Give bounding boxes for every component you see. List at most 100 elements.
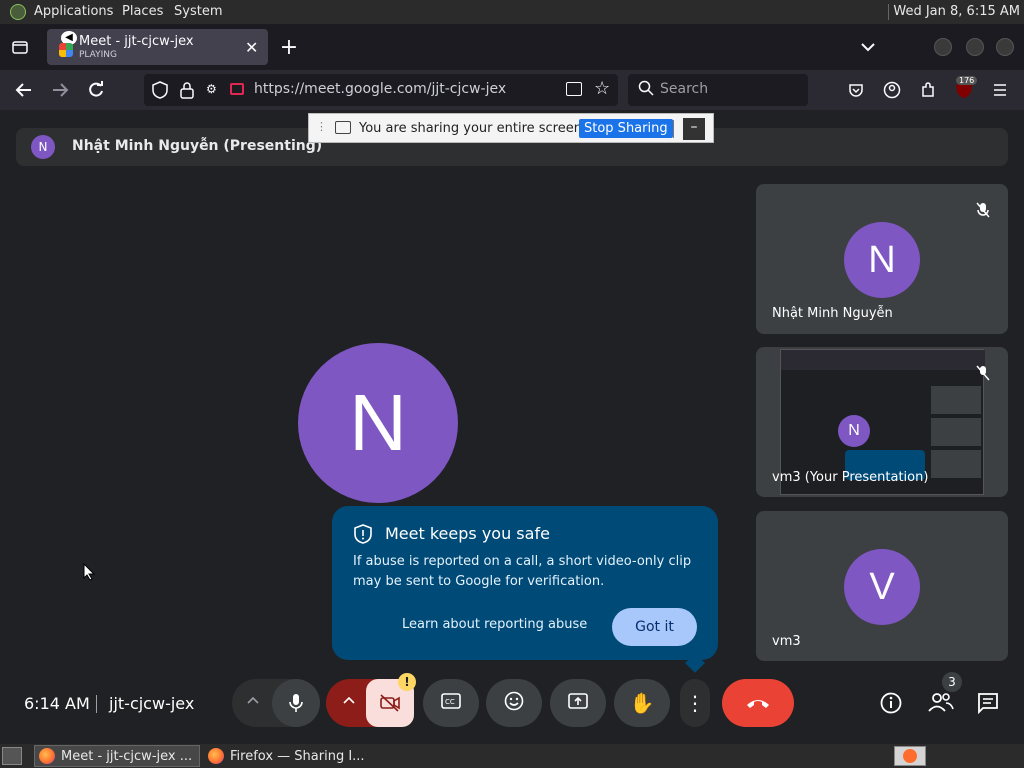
participant-avatar: V	[844, 549, 920, 625]
participant-name: Nhật Minh Nguyễn	[772, 306, 893, 321]
screen-share-indicator-icon[interactable]	[230, 83, 244, 95]
present-button[interactable]	[550, 679, 606, 727]
people-count-badge: 3	[942, 672, 962, 692]
bookmark-star-icon[interactable]: ☆	[594, 78, 610, 99]
panel-separator	[888, 4, 889, 20]
tab-overview-icon[interactable]	[8, 35, 32, 59]
window-minimize-icon[interactable]	[934, 38, 952, 56]
firefox-icon	[208, 748, 224, 764]
account-icon[interactable]	[880, 78, 904, 102]
mouse-cursor-icon	[83, 562, 96, 585]
meet-favicon-icon	[59, 43, 73, 57]
workspace-switcher[interactable]	[894, 746, 926, 766]
search-placeholder: Search	[660, 81, 709, 97]
sharing-notice: ⋮ You are sharing your entire screen. St…	[308, 113, 714, 143]
presentation-tile[interactable]: N vm3 (Your Presentation)	[756, 347, 1008, 497]
tab-meet[interactable]: ◀ Meet - jjt-cjcw-jex PLAYING ✕	[47, 29, 268, 65]
reload-icon[interactable]	[84, 78, 108, 102]
chevron-up-icon	[342, 693, 356, 712]
more-vert-icon: ⋮	[685, 691, 705, 715]
sharing-notice-text: You are sharing your entire screen.	[359, 121, 587, 136]
tab-status: PLAYING	[79, 50, 117, 60]
nav-bar: ⚙ https://meet.google.com/jjt-cjcw-jex ☆…	[0, 70, 1024, 110]
shield-icon[interactable]	[152, 81, 168, 103]
participant-avatar: N	[844, 222, 920, 298]
top-panel: Applications Places System Wed Jan 8, 6:…	[0, 0, 1024, 24]
more-options-button[interactable]: ⋮	[680, 679, 710, 727]
extensions-icon[interactable]	[916, 78, 940, 102]
learn-about-reporting-link[interactable]: Learn about reporting abuse	[402, 617, 587, 632]
shield-icon	[354, 524, 372, 548]
tab-title: Meet - jjt-cjcw-jex	[79, 34, 194, 49]
taskbar-item-label: Meet - jjt-cjcw-jex ...	[61, 748, 193, 764]
presentation-label: vm3 (Your Presentation)	[772, 470, 929, 485]
url-bar[interactable]: ⚙ https://meet.google.com/jjt-cjcw-jex ☆	[144, 74, 618, 106]
control-bar: 6:14 AM jjt-cjcw-jex ! CC ✋ ⋮ 3	[0, 670, 1024, 734]
stop-sharing-button[interactable]: Stop Sharing	[579, 119, 673, 138]
presentation-avatar: N	[838, 415, 870, 447]
search-bar[interactable]: Search	[628, 74, 808, 106]
hang-up-icon	[745, 694, 771, 713]
notice-divider	[673, 120, 674, 138]
lock-icon[interactable]	[180, 81, 194, 103]
meet-page: N Nhật Minh Nguyễn (Presenting) N N Nhật…	[0, 110, 1024, 744]
safety-popup-body: If abuse is reported on a call, a short …	[353, 554, 692, 589]
taskbar-item-firefox-sharing[interactable]: Firefox — Sharing I...	[204, 745, 380, 767]
video-options-button[interactable]: !	[326, 673, 416, 727]
taskbar: Meet - jjt-cjcw-jex ... Firefox — Sharin…	[0, 744, 1024, 768]
applications-menu[interactable]: Applications	[34, 4, 113, 19]
microphone-icon[interactable]	[272, 679, 320, 727]
svg-text:CC: CC	[445, 698, 455, 706]
ublock-badge: 176	[956, 76, 978, 85]
time-divider	[96, 695, 97, 713]
participant-name: vm3	[772, 634, 801, 649]
permissions-icon[interactable]: ⚙	[206, 82, 217, 96]
taskbar-item-label: Firefox — Sharing I...	[230, 748, 365, 764]
workspace-firefox-icon	[903, 749, 917, 763]
search-icon	[638, 80, 654, 100]
list-tabs-icon[interactable]	[856, 35, 880, 59]
app-menu-icon[interactable]	[988, 78, 1012, 102]
raise-hand-button[interactable]: ✋	[614, 679, 670, 727]
window-maximize-icon[interactable]	[966, 38, 984, 56]
captions-button[interactable]: CC	[423, 679, 479, 727]
present-screen-icon	[568, 693, 588, 713]
muted-mic-icon	[976, 202, 990, 222]
firefox-icon	[39, 748, 55, 764]
hand-icon: ✋	[629, 691, 655, 715]
participant-tile[interactable]: N Nhật Minh Nguyễn	[756, 184, 1008, 334]
clock[interactable]: Wed Jan 8, 6:15 AM	[893, 4, 1020, 19]
safety-popup: Meet keeps you safe If abuse is reported…	[332, 506, 718, 673]
people-icon[interactable]	[928, 692, 954, 716]
hide-notice-button[interactable]: –	[683, 118, 705, 140]
meeting-time: 6:14 AM	[24, 694, 90, 713]
participant-tile[interactable]: V vm3	[756, 511, 1008, 661]
warning-badge: !	[398, 673, 416, 691]
back-icon[interactable]	[12, 78, 36, 102]
pocket-icon[interactable]	[844, 78, 868, 102]
reactions-button[interactable]	[486, 679, 542, 727]
leave-call-button[interactable]	[722, 679, 794, 727]
drag-handle-icon[interactable]: ⋮	[316, 120, 327, 133]
window-close-icon[interactable]	[996, 38, 1014, 56]
url-text[interactable]: https://meet.google.com/jjt-cjcw-jex	[254, 81, 506, 97]
close-tab-icon[interactable]: ✕	[245, 38, 258, 57]
thumb-tile	[931, 450, 981, 478]
thumb-tile	[931, 418, 981, 446]
share-screen-icon	[335, 121, 351, 134]
gnome-foot-icon[interactable]	[10, 4, 26, 20]
show-desktop-icon[interactable]	[2, 747, 22, 765]
places-menu[interactable]: Places	[122, 4, 163, 19]
new-tab-icon[interactable]: +	[277, 35, 301, 60]
got-it-button[interactable]: Got it	[612, 608, 697, 646]
audio-options-button[interactable]	[232, 679, 320, 727]
presenter-avatar: N	[31, 135, 55, 159]
taskbar-item-meet[interactable]: Meet - jjt-cjcw-jex ...	[34, 745, 200, 767]
reader-view-icon[interactable]	[566, 82, 582, 96]
chat-icon[interactable]	[977, 692, 999, 718]
forward-icon[interactable]	[48, 78, 72, 102]
meeting-info-icon[interactable]	[880, 692, 902, 718]
meeting-code: jjt-cjcw-jex	[109, 694, 195, 713]
emoji-icon	[504, 691, 524, 715]
system-menu[interactable]: System	[174, 4, 222, 19]
